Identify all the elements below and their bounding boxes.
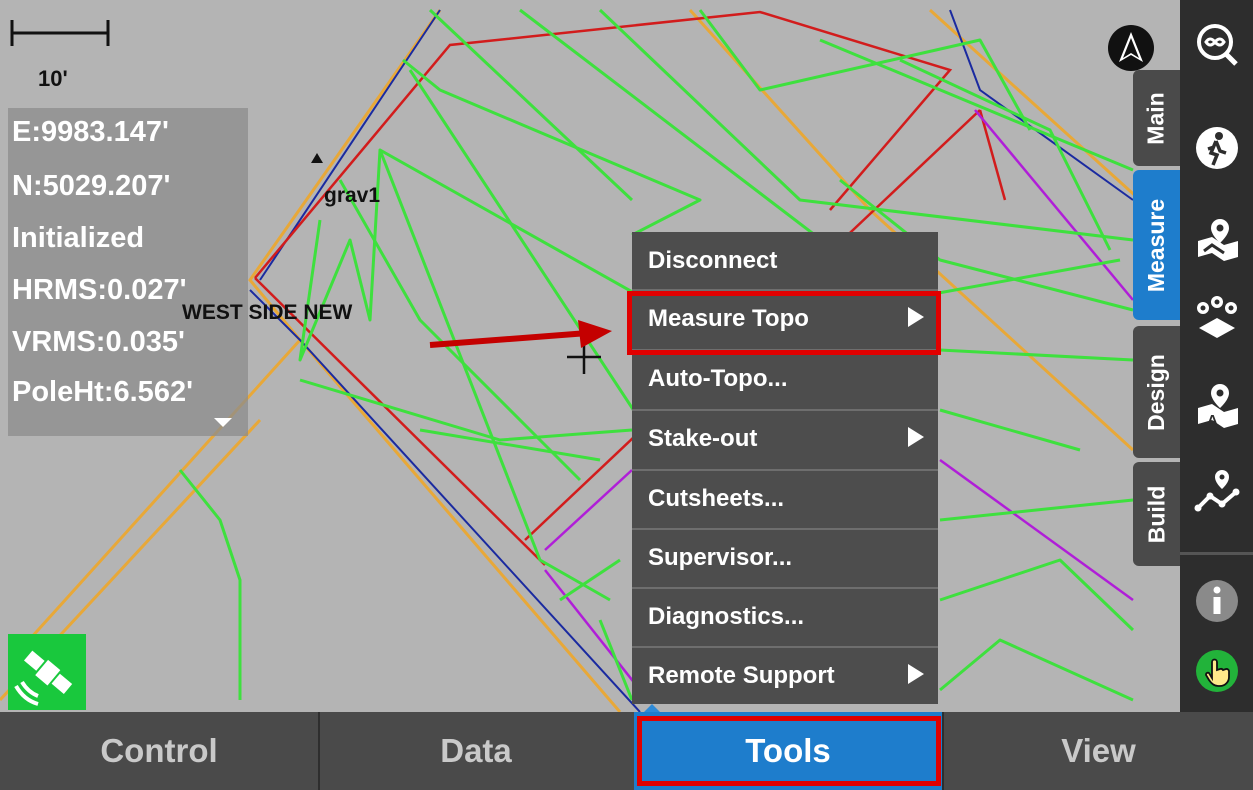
right-toolbar: A <box>1180 0 1253 712</box>
submenu-arrow-icon <box>908 664 924 684</box>
route-icon[interactable] <box>1194 468 1240 514</box>
tab-data[interactable]: Data <box>320 712 632 790</box>
point-label: grav1 <box>324 184 381 207</box>
menu-item-diagnostics[interactable]: Diagnostics... <box>632 587 938 644</box>
submenu-arrow-icon <box>908 427 924 447</box>
tab-main[interactable]: Main <box>1133 70 1180 166</box>
info-icon[interactable] <box>1194 578 1240 624</box>
menu-item-label: Stake-out <box>648 424 758 452</box>
menu-item-disconnect[interactable]: Disconnect <box>632 232 938 289</box>
bottom-tab-bar: Control Data Tools View <box>0 712 1253 790</box>
north-arrow-icon[interactable] <box>1108 25 1154 71</box>
tab-label: Control <box>100 732 218 769</box>
walk-icon[interactable] <box>1194 125 1240 171</box>
init-status: Initialized <box>12 222 145 254</box>
menu-item-label: Supervisor... <box>648 543 793 571</box>
tab-control[interactable]: Control <box>0 712 318 790</box>
annotation-arrow <box>429 320 612 348</box>
svg-text:A: A <box>1207 412 1218 428</box>
menu-item-stake-out[interactable]: Stake-out <box>632 409 938 466</box>
map-text-icon[interactable]: A <box>1194 382 1240 428</box>
toolbar-divider <box>1180 552 1253 555</box>
menu-item-auto-topo[interactable]: Auto-Topo... <box>632 349 938 406</box>
points-icon[interactable] <box>1194 296 1240 342</box>
tab-label: Measure <box>1143 198 1170 292</box>
menu-item-label: Remote Support <box>648 661 835 689</box>
easting-readout: E:9983.147' <box>12 116 169 148</box>
map-point-icon[interactable] <box>1194 215 1240 261</box>
point-marker-icon <box>311 153 323 163</box>
menu-item-label: Disconnect <box>648 246 778 274</box>
tab-view[interactable]: View <box>944 712 1253 790</box>
hrms-readout: HRMS:0.027' <box>12 274 187 306</box>
highlight-box-tools <box>637 716 941 786</box>
touch-icon[interactable] <box>1194 648 1240 694</box>
map-view[interactable]: 10' E:9983.147' N:5029.207' Initialized … <box>0 0 1180 712</box>
tab-label: Design <box>1143 353 1169 431</box>
tab-label: Build <box>1143 485 1169 543</box>
tab-label: Data <box>440 732 512 769</box>
tab-label: View <box>1061 732 1136 769</box>
position-info-panel[interactable]: E:9983.147' N:5029.207' Initialized HRMS… <box>8 108 248 436</box>
northing-readout: N:5029.207' <box>12 170 171 202</box>
highlight-box-measure-topo <box>627 291 941 355</box>
panel-expand-caret[interactable] <box>214 418 232 427</box>
zoom-extents-icon[interactable] <box>1194 22 1240 68</box>
area-label: WEST SIDE NEW <box>182 301 353 324</box>
scale-label: 10' <box>38 66 68 91</box>
menu-item-cutsheets[interactable]: Cutsheets... <box>632 469 938 526</box>
tab-label: Main <box>1143 91 1170 145</box>
gps-status-button[interactable] <box>8 634 86 710</box>
vrms-readout: VRMS:0.035' <box>12 326 185 358</box>
menu-item-remote-support[interactable]: Remote Support <box>632 646 938 703</box>
tab-measure[interactable]: Measure <box>1133 170 1180 320</box>
satellite-icon <box>14 650 73 706</box>
scale-bar <box>10 20 110 46</box>
menu-item-label: Diagnostics... <box>648 602 805 630</box>
pole-height-readout: PoleHt:6.562' <box>12 376 193 408</box>
menu-item-label: Cutsheets... <box>648 484 785 512</box>
tab-design[interactable]: Design <box>1133 326 1180 458</box>
menu-item-supervisor[interactable]: Supervisor... <box>632 528 938 585</box>
menu-item-label: Auto-Topo... <box>648 364 788 392</box>
tab-build[interactable]: Build <box>1133 462 1180 566</box>
